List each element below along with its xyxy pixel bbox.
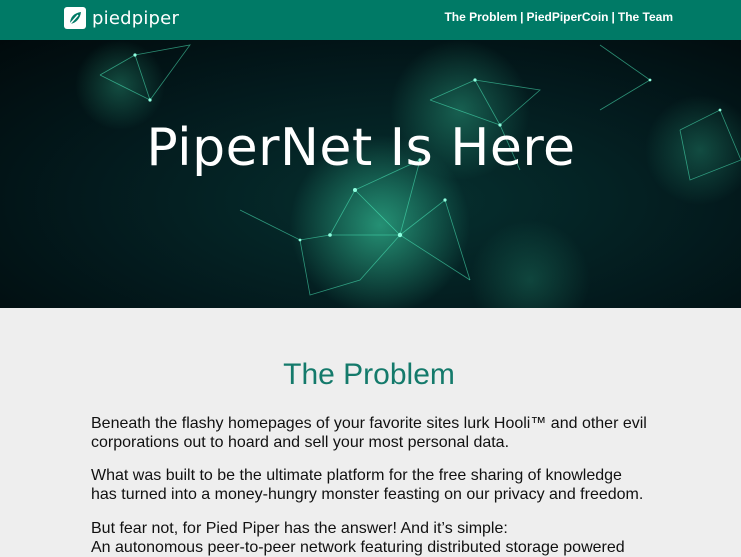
- problem-paragraph-1: Beneath the flashy homepages of your fav…: [91, 415, 647, 451]
- section-title: The Problem: [283, 358, 455, 391]
- main-nav: The Problem | PiedPiperCoin | The Team: [444, 10, 673, 24]
- nav-separator: |: [611, 10, 615, 24]
- problem-paragraph-2: What was built to be the ultimate platfo…: [91, 467, 644, 503]
- brand-name: piedpiper: [92, 7, 180, 29]
- nav-link-piedpipercoin[interactable]: PiedPiperCoin: [527, 10, 609, 24]
- problem-paragraph-3: But fear not, for Pied Piper has the ans…: [91, 520, 508, 537]
- leaf-logo-icon: [64, 7, 86, 29]
- nav-link-the-team[interactable]: The Team: [618, 10, 673, 24]
- top-navigation-bar: piedpiper The Problem | PiedPiperCoin | …: [0, 0, 741, 40]
- hero-banner: PiperNet Is Here: [0, 40, 741, 308]
- problem-paragraph-4: An autonomous peer-to-peer network featu…: [91, 539, 625, 556]
- brand-logo-link[interactable]: piedpiper: [64, 6, 179, 30]
- nav-link-the-problem[interactable]: The Problem: [444, 10, 517, 24]
- hero-title: PiperNet Is Here: [146, 118, 576, 178]
- nav-separator: |: [520, 10, 524, 24]
